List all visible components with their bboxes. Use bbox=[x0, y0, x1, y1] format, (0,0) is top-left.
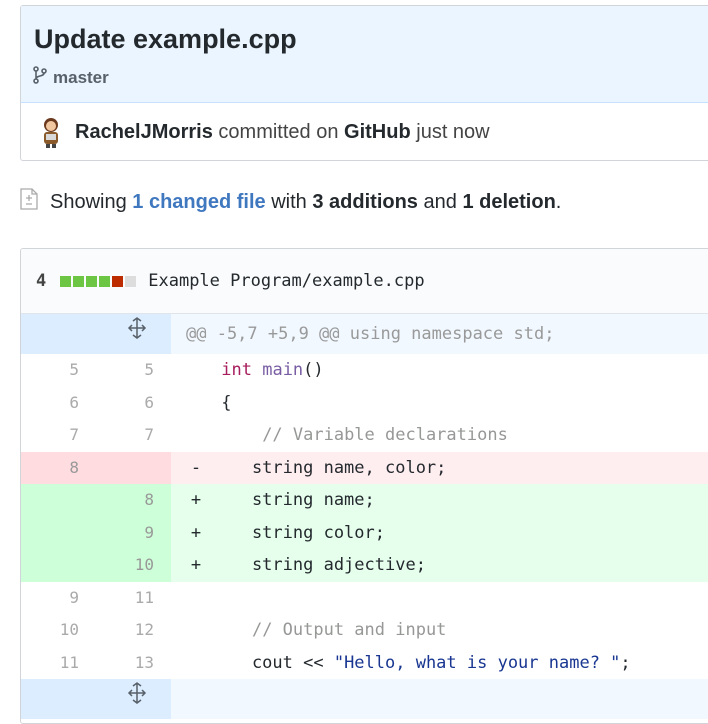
commit-box: Update example.cpp master RachelJMorris … bbox=[20, 5, 708, 161]
old-line-number[interactable] bbox=[21, 549, 96, 582]
commit-header: Update example.cpp master bbox=[21, 6, 708, 103]
diff-line-ctx: 77 // Variable declarations bbox=[21, 419, 708, 452]
hunk-header-bottom bbox=[21, 679, 708, 719]
old-line-number[interactable]: 7 bbox=[21, 419, 96, 452]
diff-line-add: 10 + string adjective; bbox=[21, 549, 708, 582]
avatar[interactable] bbox=[37, 116, 65, 148]
additions-count: 3 additions bbox=[312, 190, 418, 213]
committed-on-text: committed on bbox=[218, 120, 339, 143]
code-text: // Variable declarations bbox=[262, 425, 508, 445]
diff-sign: - bbox=[190, 457, 202, 478]
new-line-number[interactable] bbox=[96, 451, 171, 484]
diff-sign: + bbox=[190, 490, 202, 510]
hunk-header-text: @@ -5,7 +5,9 @@ using namespace std; bbox=[186, 324, 555, 344]
old-line-number[interactable]: 9 bbox=[21, 582, 96, 615]
unfold-icon bbox=[45, 639, 147, 723]
code-text: string adjective; bbox=[211, 555, 426, 575]
code-text: // Output and input bbox=[251, 620, 447, 640]
diff-sign bbox=[181, 387, 211, 420]
new-line-number[interactable]: 7 bbox=[96, 419, 171, 452]
commit-title: Update example.cpp bbox=[34, 24, 297, 54]
branch-icon bbox=[33, 66, 47, 89]
commit-meta: RachelJMorris committed on GitHub just n… bbox=[37, 116, 490, 148]
diff-line-ctx: 66 { bbox=[21, 387, 708, 420]
expand-button-bottom[interactable] bbox=[21, 679, 171, 719]
diff-line-add: 9 + string color; bbox=[21, 516, 708, 549]
new-line-number[interactable]: 9 bbox=[96, 516, 171, 549]
changed-files-link[interactable]: 1 changed file bbox=[132, 191, 265, 214]
code-text: { bbox=[211, 392, 232, 413]
code-text: string name; bbox=[211, 490, 375, 510]
new-line-number[interactable]: 5 bbox=[96, 354, 171, 387]
with-text: with bbox=[271, 190, 307, 213]
old-line-number[interactable]: 5 bbox=[21, 354, 96, 387]
diff-summary: Showing 1 changed file with 3 additions … bbox=[20, 188, 561, 216]
code-text: int main() bbox=[221, 360, 324, 380]
old-line-number[interactable] bbox=[21, 516, 96, 549]
diff-sign: + bbox=[190, 522, 202, 543]
new-line-number[interactable]: 10 bbox=[96, 549, 171, 582]
diff-sign bbox=[181, 582, 211, 615]
deletions-count: 1 deletion bbox=[462, 190, 556, 213]
code-text: string name, color; bbox=[211, 457, 447, 478]
old-line-number[interactable] bbox=[21, 484, 96, 517]
file-path-link[interactable]: Example Program/example.cpp bbox=[148, 271, 424, 291]
file-diff: 4 Example Program/example.cpp @@ -5,7 +5… bbox=[20, 248, 708, 724]
diff-sign bbox=[181, 354, 211, 387]
diff-line-ctx: 9 11 bbox=[21, 582, 708, 615]
code-text: cout << "Hello, what is your name? "; bbox=[211, 652, 631, 673]
new-line-number[interactable]: 6 bbox=[96, 387, 171, 420]
diff-lines: 55 int main() 6 6 {7 7 // Variable declarat… bbox=[21, 354, 708, 679]
diff-sign: + bbox=[190, 555, 202, 575]
branch-name: master bbox=[53, 67, 109, 87]
diff-line-add: 8 + string name; bbox=[21, 484, 708, 517]
platform-name: GitHub bbox=[344, 120, 411, 143]
branch-label[interactable]: master bbox=[33, 66, 109, 89]
diff-line-ctx: 55 int main() bbox=[21, 354, 708, 387]
commit-time: just now bbox=[416, 120, 490, 143]
file-diff-icon bbox=[20, 188, 38, 216]
period-text: . bbox=[555, 190, 562, 213]
old-line-number[interactable]: 8 bbox=[21, 451, 96, 484]
old-line-number[interactable]: 6 bbox=[21, 387, 96, 420]
author-link[interactable]: RachelJMorris bbox=[75, 121, 213, 144]
diff-sign bbox=[181, 647, 211, 680]
and-text: and bbox=[423, 190, 457, 213]
new-line-number[interactable]: 11 bbox=[96, 582, 171, 615]
hunk-header-top: @@ -5,7 +5,9 @@ using namespace std; bbox=[21, 314, 708, 354]
code-text: string color; bbox=[211, 522, 385, 543]
showing-text: Showing bbox=[50, 190, 127, 213]
diff-sign bbox=[181, 614, 211, 647]
diff-sign bbox=[181, 419, 211, 452]
new-line-number[interactable]: 8 bbox=[96, 484, 171, 517]
diff-line-del: 8 - string name, color; bbox=[21, 451, 708, 484]
expand-button[interactable] bbox=[21, 314, 171, 354]
